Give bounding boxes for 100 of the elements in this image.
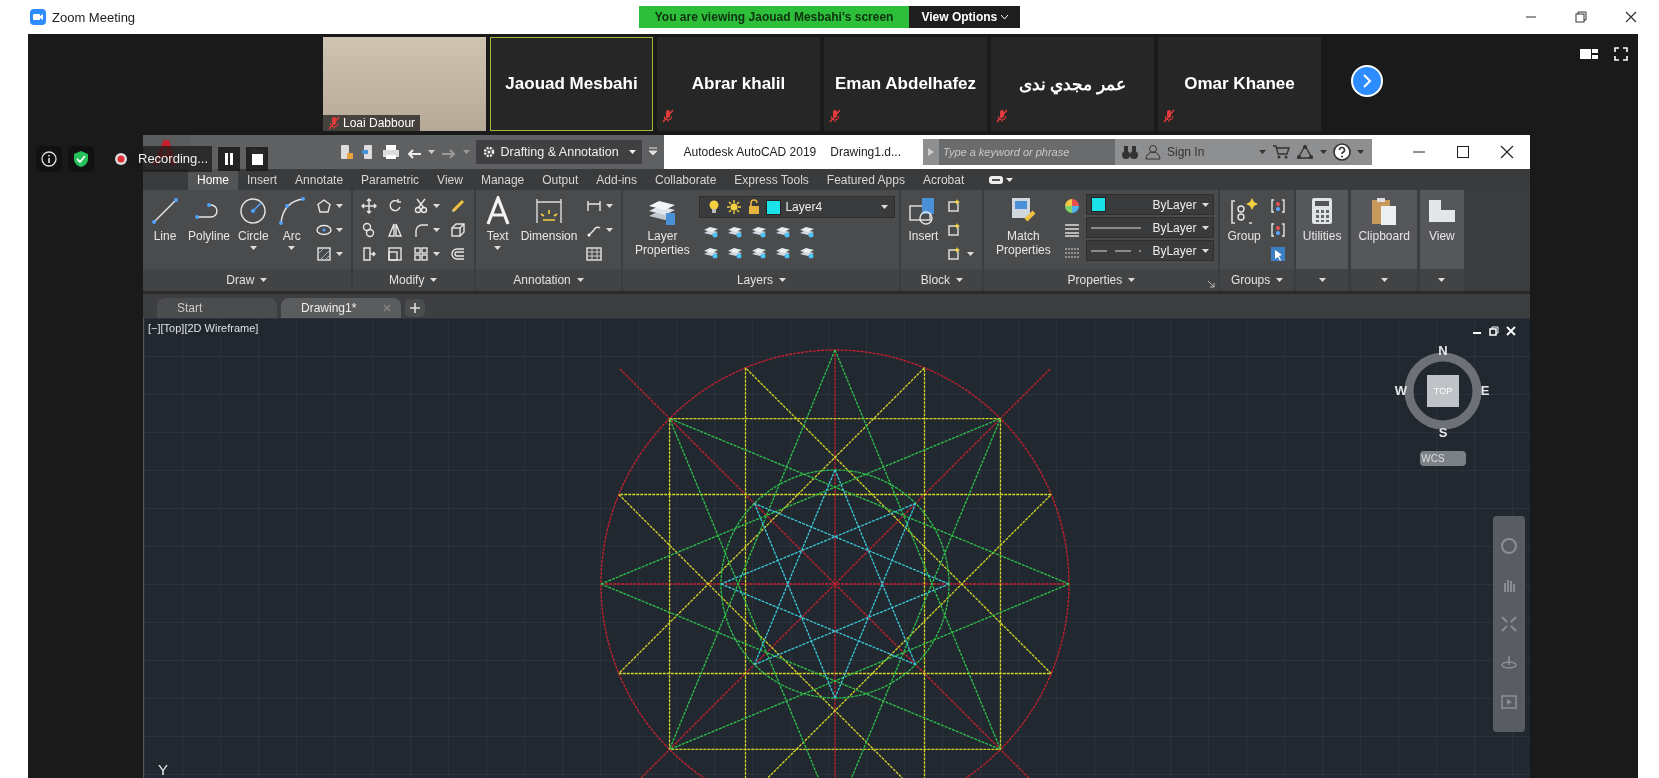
maximize-icon[interactable] (1456, 145, 1470, 159)
caret-icon[interactable] (432, 252, 440, 256)
ellipse-icon[interactable] (315, 222, 332, 238)
compass-direction[interactable]: S (1438, 425, 1448, 440)
encryption-button[interactable] (68, 146, 94, 172)
caret-icon[interactable] (606, 204, 614, 208)
arc-icon[interactable] (276, 196, 307, 226)
caret-icon[interactable] (494, 246, 502, 250)
cart-icon[interactable] (1272, 144, 1290, 160)
participant-tile[interactable]: Jaouad Mesbahi (490, 37, 653, 131)
workspace-dropdown[interactable]: Drafting & Annotation (475, 140, 642, 164)
ribbon-tab[interactable]: View (428, 169, 472, 190)
caret-icon[interactable] (778, 278, 786, 282)
property-dropdown[interactable]: ByLayer (1086, 240, 1215, 261)
sign-in-link[interactable]: Sign In (1167, 145, 1253, 159)
caret-icon[interactable] (1202, 202, 1210, 207)
caret-icon[interactable] (1380, 278, 1388, 282)
stretch-icon[interactable] (360, 246, 377, 262)
caret-icon[interactable] (335, 228, 343, 232)
compass-direction[interactable]: N (1438, 343, 1448, 358)
close-icon[interactable] (1625, 11, 1637, 23)
ribbon-tool-button[interactable]: Polyline (185, 194, 234, 245)
file-tab[interactable]: Start (157, 298, 277, 318)
ribbon-tool-button[interactable]: Line (147, 194, 183, 245)
move-icon[interactable] (360, 198, 377, 214)
fullscreen-icon[interactable] (1614, 47, 1628, 61)
ribbon-tab[interactable]: Output (533, 169, 588, 190)
caret-icon[interactable] (288, 246, 296, 250)
caret-icon[interactable] (1318, 278, 1326, 282)
ribbon-tool-button[interactable]: Utilities (1299, 194, 1345, 245)
property-dropdown[interactable]: ByLayer (1086, 217, 1215, 238)
dimension-icon[interactable] (586, 198, 603, 214)
scissors-icon[interactable] (412, 198, 429, 214)
ribbon-tool-button[interactable]: Group (1224, 194, 1264, 245)
caret-icon[interactable] (1202, 225, 1210, 230)
caret-icon[interactable] (432, 204, 440, 208)
line-icon[interactable] (150, 196, 180, 226)
ribbon-tool-button[interactable]: Dimension (517, 194, 581, 245)
hatch-icon[interactable] (315, 246, 332, 262)
lines-icon[interactable] (1064, 222, 1081, 238)
participant-tile[interactable]: عمر مجدي ندى (991, 37, 1154, 131)
participant-tile[interactable]: Abrar khalil (657, 37, 820, 131)
caret-icon[interactable] (967, 252, 975, 256)
ribbon-tab[interactable]: Acrobat (913, 169, 974, 190)
ribbon-tab[interactable]: Manage (471, 169, 534, 190)
ribbon-tool-button[interactable]: Layer Properties (627, 194, 698, 259)
gear-icon[interactable] (481, 145, 496, 159)
colorwheel-icon[interactable] (1064, 198, 1081, 214)
table-icon[interactable] (586, 246, 603, 262)
caret-icon[interactable] (430, 278, 438, 282)
caret-icon[interactable] (956, 278, 964, 282)
viewport-controls-label[interactable]: [−][Top][2D Wireframe] (148, 322, 259, 334)
compass-direction[interactable]: W (1394, 383, 1408, 398)
ribbon-tool-button[interactable]: Match Properties (988, 194, 1059, 259)
caret-icon[interactable] (1001, 15, 1009, 19)
restore-icon[interactable] (1489, 326, 1499, 336)
panel-title[interactable]: Layers (736, 273, 773, 287)
caret-icon[interactable] (881, 205, 889, 209)
participant-tile[interactable]: Eman Abdelhafez (824, 37, 987, 131)
cube-icon[interactable] (449, 222, 466, 238)
help-icon[interactable] (1333, 143, 1351, 161)
ribbon-tab[interactable]: Featured Apps (817, 169, 914, 190)
caret-icon[interactable] (335, 204, 343, 208)
pencil-icon[interactable] (449, 198, 466, 214)
stop-recording-button[interactable] (246, 147, 269, 171)
gallery-layout-icon[interactable] (1580, 47, 1598, 61)
group-icon[interactable] (1229, 196, 1260, 226)
caret-icon[interactable] (606, 228, 614, 232)
ribbon-tool-button[interactable]: Insert (905, 194, 942, 245)
mirror-icon[interactable] (386, 222, 403, 238)
participant-tile[interactable]: Loai Dabbour (323, 37, 486, 131)
next-page-button[interactable] (1351, 65, 1383, 97)
file-tab[interactable]: Drawing1* (281, 298, 401, 318)
new-tab-button[interactable] (405, 299, 425, 317)
ribbon-tab[interactable]: Add-ins (587, 169, 646, 190)
dashed-line-icon[interactable] (1091, 248, 1142, 253)
ribbon-tab[interactable]: Express Tools (725, 169, 818, 190)
ribbon-tool-button[interactable]: Text (479, 194, 516, 252)
participant-tile[interactable]: Omar Khanee (1158, 37, 1321, 131)
drawing-canvas[interactable]: [−][Top][2D Wireframe] N E S W TOP WCS Y (143, 318, 1530, 778)
panel-title[interactable]: Properties (1067, 273, 1123, 287)
ribbon-tool-button[interactable]: Circle (235, 194, 272, 252)
layer-dropdown[interactable]: Layer4 (699, 196, 896, 218)
property-dropdown[interactable]: ByLayer (1086, 194, 1215, 215)
array-icon[interactable] (412, 246, 429, 262)
search-field[interactable]: Type a keyword or phrase (939, 139, 1115, 165)
user-icon[interactable] (1145, 144, 1161, 160)
shield-check-icon[interactable] (73, 150, 89, 168)
printer-icon[interactable] (381, 144, 400, 160)
ribbon-tab[interactable]: Parametric (352, 169, 429, 190)
ribbon-tab[interactable]: Collaborate (646, 169, 726, 190)
restore-icon[interactable] (1575, 11, 1587, 23)
plus-icon[interactable] (410, 303, 420, 313)
solid-line-icon[interactable] (1091, 225, 1142, 230)
panel-title[interactable]: Draw (226, 273, 255, 287)
stop-icon[interactable] (251, 153, 263, 165)
panel-title[interactable]: Modify (389, 273, 425, 287)
caret-icon[interactable] (335, 252, 343, 256)
pause-icon[interactable] (224, 153, 235, 165)
caret-icon[interactable] (249, 246, 257, 250)
